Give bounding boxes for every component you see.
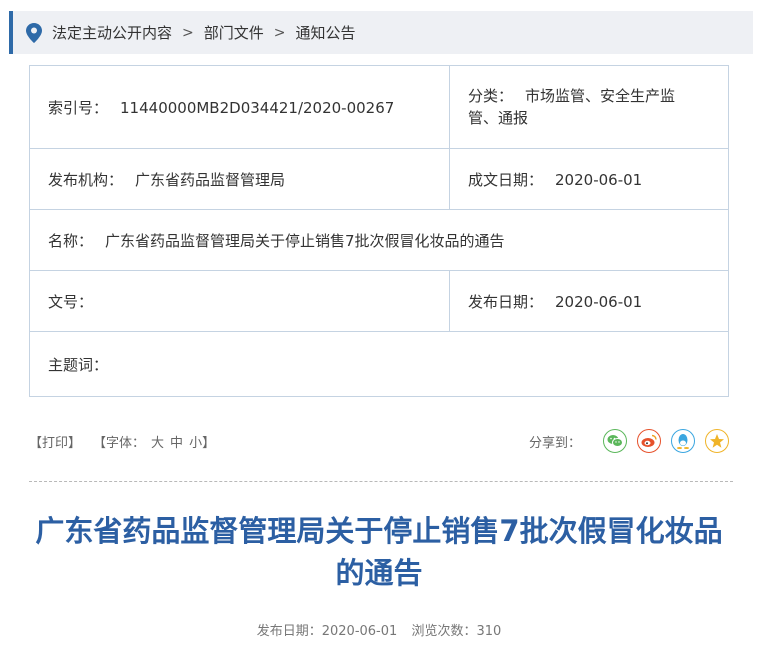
publish-date-value: 2020-06-01 [555,292,643,311]
issuer-cell: 发布机构： 广东省药品监督管理局 [29,148,450,210]
breadcrumb-item-department-docs[interactable]: 部门文件 [204,22,264,43]
publish-date-cell: 发布日期： 2020-06-01 [449,270,729,332]
print-button[interactable]: 【打印】 [29,432,81,451]
document-number-cell: 文号： [29,270,450,332]
view-count-value: 310 [476,624,502,639]
article-toolbar: 【打印】 【字体： 大中小】 分享到： [29,426,729,456]
font-size-prefix: 【字体： [93,435,146,451]
font-size-suffix: 】 [202,435,216,451]
qzone-share-button[interactable] [705,429,729,453]
breadcrumb: 法定主动公开内容 > 部门文件 > 通知公告 [9,11,753,54]
keywords-cell: 主题词： [29,331,729,397]
document-name-label: 名称： [48,231,94,250]
breadcrumb-item-public-content[interactable]: 法定主动公开内容 [52,22,172,43]
font-medium-button[interactable]: 中 [170,436,183,451]
divider [29,481,733,482]
index-number-label: 索引号： [48,98,109,117]
issuer-value: 广东省药品监督管理局 [135,170,286,189]
chevron-right-icon: > [273,24,286,41]
qq-share-button[interactable] [671,429,695,453]
weibo-icon [641,434,657,447]
index-number-value: 11440000MB2D034421/2020-00267 [120,98,395,117]
publish-date-label: 发布日期： [468,292,544,311]
publish-date-meta-value: 2020-06-01 [321,624,398,639]
qq-icon [677,434,689,449]
issuer-label: 发布机构： [48,170,124,189]
breadcrumb-item-notices[interactable]: 通知公告 [296,22,356,43]
keywords-label: 主题词： [48,355,109,374]
article-title: 广东省药品监督管理局关于停止销售7批次假冒化妆品的通告 [35,514,723,590]
qzone-star-icon [710,434,724,448]
chevron-right-icon: > [182,24,194,41]
font-size-switcher: 【字体： 大中小】 [93,432,215,451]
share-bar: 分享到： [529,426,729,456]
document-info-table: 索引号： 11440000MB2D034421/2020-00267 分类： 市场监… [29,65,729,397]
publish-date-meta-label: 发布日期： [256,624,322,639]
font-large-button[interactable]: 大 [151,436,164,451]
index-number-cell: 索引号： 11440000MB2D034421/2020-00267 [29,65,450,149]
document-name-value: 广东省药品监督管理局关于停止销售7批次假冒化妆品的通告 [105,231,505,250]
wechat-share-button[interactable] [603,429,627,453]
category-cell: 分类： 市场监管、安全生产监管、通报 [449,65,729,149]
view-count-label: 浏览次数： [411,624,477,639]
weibo-share-button[interactable] [637,429,661,453]
created-date-cell: 成文日期： 2020-06-01 [449,148,729,210]
created-date-value: 2020-06-01 [555,170,643,189]
font-small-button[interactable]: 小 [189,436,202,451]
document-name-cell: 名称： 广东省药品监督管理局关于停止销售7批次假冒化妆品的通告 [29,209,729,271]
share-label: 分享到： [528,435,581,451]
document-number-label: 文号： [48,292,94,311]
created-date-label: 成文日期： [468,170,544,189]
location-pin-icon [26,22,42,43]
category-label: 分类： [468,87,514,105]
article-meta: 发布日期：2020-06-01 浏览次数：310 [29,620,729,639]
wechat-icon [607,435,623,447]
